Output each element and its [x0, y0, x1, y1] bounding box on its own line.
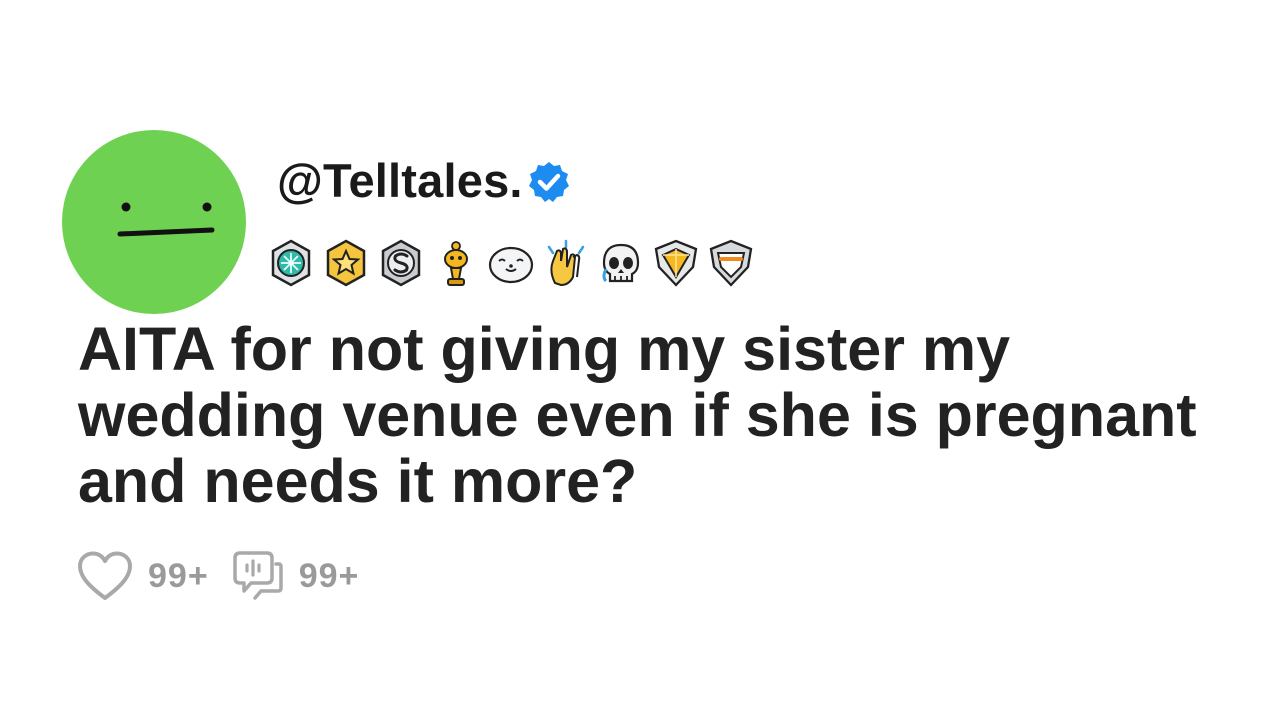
- likes-count: 99+: [148, 556, 209, 595]
- username[interactable]: @Telltales.: [277, 153, 523, 208]
- comment-icon[interactable]: [227, 550, 285, 602]
- avatar[interactable]: [62, 130, 246, 314]
- post-card: @Telltales. AITA for not giving my siste…: [0, 0, 1280, 720]
- crying-skull-icon: [596, 237, 646, 291]
- silver-s-medal-icon: [376, 237, 426, 291]
- clapping-hands-icon: [541, 237, 591, 291]
- award-badges: [266, 236, 761, 292]
- verified-badge-icon: [528, 162, 569, 202]
- star-medal-icon: [321, 237, 371, 291]
- username-row: @Telltales.: [277, 148, 571, 212]
- golden-trophy-icon: [431, 237, 481, 291]
- smiling-seal-icon: [486, 237, 536, 291]
- post-stats: 99+ 99+: [76, 548, 377, 604]
- gold-gem-shield-icon: [651, 237, 701, 291]
- silver-shield-icon: [706, 237, 756, 291]
- diamond-medal-icon: [266, 237, 316, 291]
- post-title: AITA for not giving my sister my wedding…: [78, 315, 1197, 515]
- heart-icon[interactable]: [76, 550, 134, 602]
- neutral-face-icon: [117, 202, 215, 237]
- comments-count: 99+: [298, 556, 360, 595]
